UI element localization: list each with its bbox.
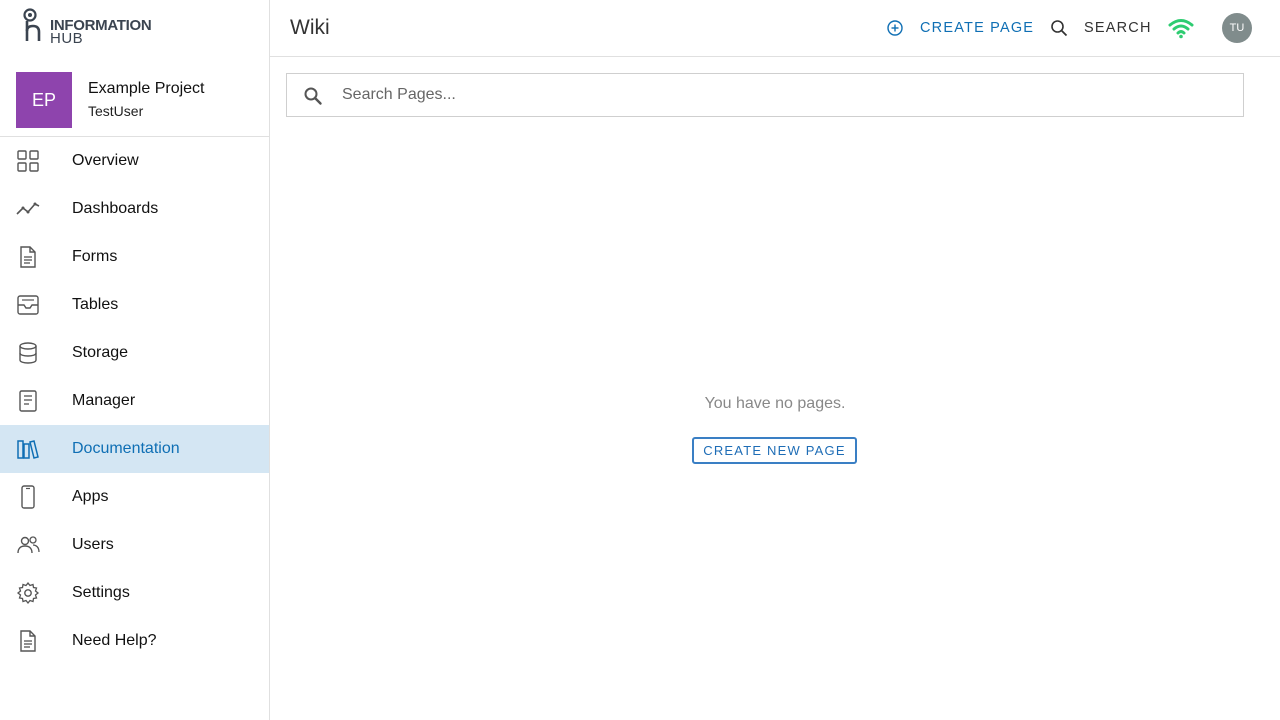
sidebar: INFORMATION HUB EP Example Project TestU… [0,0,270,720]
wifi-icon [1168,19,1194,39]
create-page-label: CREATE PAGE [920,20,1035,36]
sidebar-item-label: Dashboards [72,200,159,217]
sidebar-item-need-help[interactable]: Need Help? [0,617,269,665]
sidebar-item-label: Storage [72,344,129,361]
sidebar-item-storage[interactable]: Storage [0,329,269,377]
sidebar-item-manager[interactable]: Manager [0,377,269,425]
sidebar-item-tables[interactable]: Tables [0,281,269,329]
search-pages-box [286,73,1244,117]
page-title: Wiki [290,16,330,39]
sidebar-item-label: Documentation [72,440,180,457]
sidebar-item-label: Tables [72,296,119,313]
app-logo[interactable]: INFORMATION HUB [20,7,160,47]
search-button[interactable]: SEARCH [1050,16,1152,40]
sidebar-nav: Overview Dashboards Forms Tables Storage… [0,137,269,665]
sidebar-item-dashboards[interactable]: Dashboards [0,185,269,233]
sidebar-item-label: Forms [72,248,118,265]
user-avatar[interactable]: TU [1222,13,1252,43]
sidebar-item-overview[interactable]: Overview [0,137,269,185]
gear-icon [16,581,40,605]
database-icon [19,342,37,364]
logo-text-secondary: HUB [50,30,84,47]
project-avatar: EP [16,72,72,128]
trend-line-icon [16,202,40,215]
logo-mark-icon [23,8,41,41]
create-page-button[interactable]: CREATE PAGE [886,16,1034,40]
sidebar-item-label: Manager [72,392,136,409]
inbox-tray-icon [17,295,39,315]
project-header[interactable]: EP Example Project TestUser [0,64,269,137]
help-document-icon [20,630,36,652]
sidebar-item-label: Apps [72,488,109,505]
sidebar-item-apps[interactable]: Apps [0,473,269,521]
notepad-icon [19,390,37,412]
sidebar-item-label: Overview [72,152,139,169]
sidebar-item-users[interactable]: Users [0,521,269,569]
phone-icon [21,485,35,509]
sidebar-item-label: Need Help? [72,632,157,649]
project-name: Example Project [88,80,205,97]
sidebar-item-label: Users [72,536,114,553]
sidebar-item-label: Settings [72,584,130,601]
empty-state-message: You have no pages. [704,395,846,412]
search-label: SEARCH [1084,20,1152,36]
sidebar-item-settings[interactable]: Settings [0,569,269,617]
search-icon [304,87,322,105]
books-icon [17,440,39,459]
create-new-page-button[interactable]: CREATE NEW PAGE [692,437,857,464]
search-pages-input[interactable] [342,82,1222,108]
sidebar-item-documentation[interactable]: Documentation [0,425,269,473]
plus-circle-icon [887,20,903,36]
search-icon [1051,20,1068,37]
top-bar: Wiki CREATE PAGE SEARCH TU [270,0,1280,57]
project-user: TestUser [88,103,144,119]
document-icon [20,246,36,268]
sidebar-item-forms[interactable]: Forms [0,233,269,281]
users-icon [17,536,40,554]
grid-icon [17,150,39,172]
